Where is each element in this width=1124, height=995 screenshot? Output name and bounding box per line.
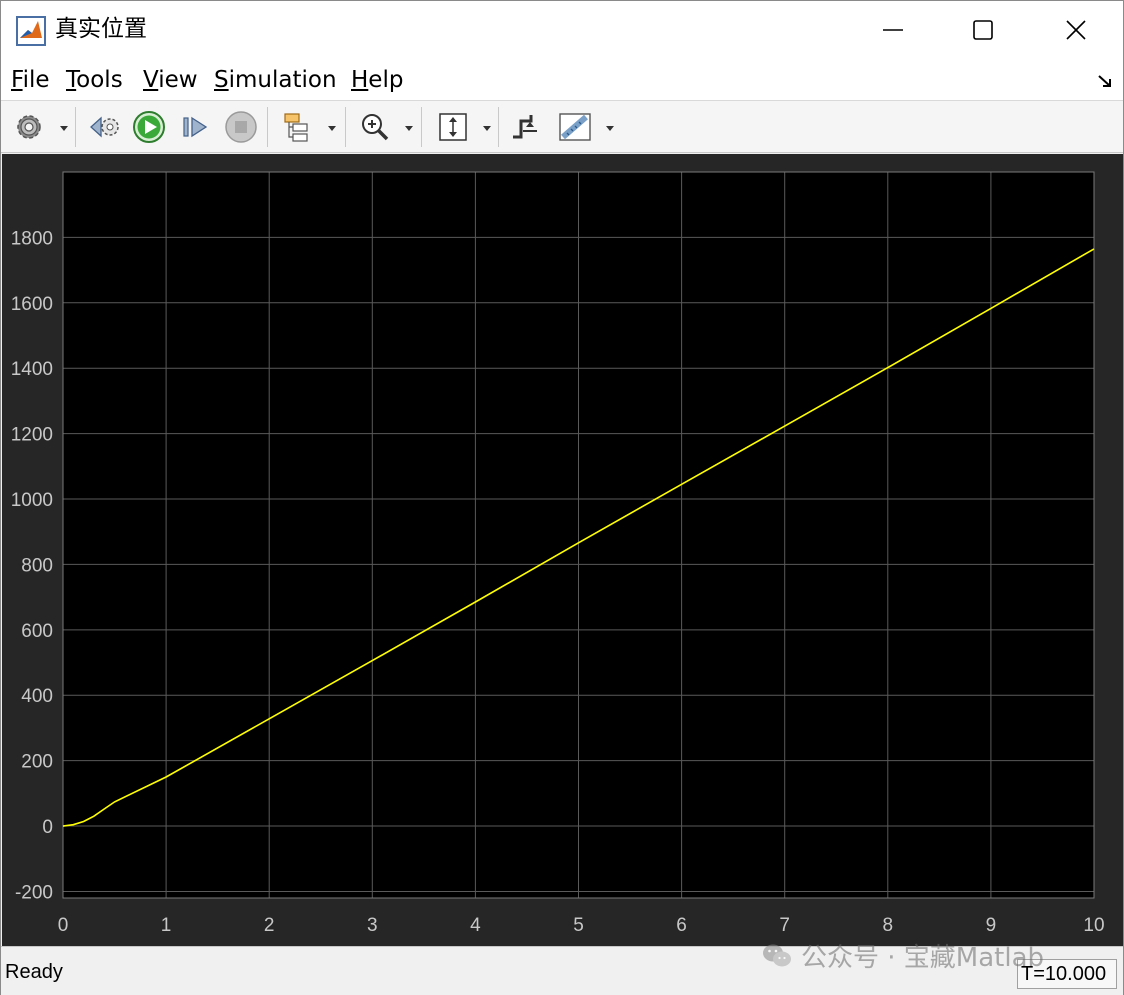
- title-bar[interactable]: 真实位置: [1, 1, 1123, 59]
- x-tick-label: 3: [367, 915, 378, 936]
- signal-hierarchy-icon: [284, 113, 308, 142]
- step-forward-icon: [183, 116, 208, 138]
- measurements-button[interactable]: [557, 109, 593, 145]
- signal-hierarchy-dropdown-icon[interactable]: [327, 123, 337, 133]
- close-button[interactable]: [1031, 1, 1121, 59]
- x-tick-label: 1: [161, 915, 172, 936]
- step-back-button[interactable]: [87, 109, 123, 145]
- menu-bar: File Tools View Simulation Help: [1, 59, 1123, 101]
- step-forward-button[interactable]: [177, 109, 213, 145]
- y-tick-label: 0: [42, 817, 53, 838]
- gear-icon: [17, 115, 41, 139]
- x-tick-label: 10: [1083, 915, 1104, 936]
- x-tick-label: 2: [264, 915, 275, 936]
- x-tick-label: 5: [573, 915, 584, 936]
- step-back-icon: [90, 116, 119, 138]
- maximize-icon: [973, 20, 993, 40]
- stop-icon: [225, 111, 257, 143]
- triggers-icon: [513, 115, 537, 139]
- y-tick-label: 1200: [11, 425, 53, 446]
- stop-button[interactable]: [223, 109, 259, 145]
- y-tick-label: 1800: [11, 228, 53, 249]
- toolbar-separator: [345, 107, 346, 147]
- toolbar-separator: [75, 107, 76, 147]
- y-tick-label: 200: [21, 752, 53, 773]
- y-tick-label: 1400: [11, 359, 53, 380]
- y-tick-label: 1000: [11, 490, 53, 511]
- scope-plot[interactable]: 0 1 2 3 4 5 6 7 8 9 10-200020040060080010001200140…: [2, 154, 1123, 946]
- settings-dropdown-icon[interactable]: [59, 123, 69, 133]
- run-icon: [133, 111, 165, 143]
- window-title: 真实位置: [55, 16, 147, 42]
- x-tick-label: 8: [883, 915, 894, 936]
- menu-help[interactable]: Help: [351, 66, 403, 94]
- zoom-button[interactable]: [357, 109, 393, 145]
- toolbar-separator: [421, 107, 422, 147]
- status-bar: Ready T=10.000: [1, 946, 1123, 995]
- scope-window: 真实位置 File Tools View Simulation Help 0 1…: [0, 0, 1124, 995]
- menu-file[interactable]: File: [11, 66, 50, 94]
- simulation-time: T=10.000: [1017, 959, 1117, 989]
- maximize-button[interactable]: [938, 1, 1028, 59]
- x-tick-label: 7: [779, 915, 790, 936]
- toolbar-separator: [267, 107, 268, 147]
- x-tick-label: 9: [986, 915, 997, 936]
- signal-hierarchy-button[interactable]: [279, 109, 315, 145]
- minimize-icon: [883, 29, 903, 31]
- x-tick-label: 4: [470, 915, 481, 936]
- zoom-dropdown-icon[interactable]: [404, 123, 414, 133]
- status-text: Ready: [5, 961, 63, 983]
- y-tick-label: 400: [21, 686, 53, 707]
- toolbar: [1, 101, 1123, 153]
- close-icon: [1066, 20, 1086, 40]
- matlab-icon: [16, 16, 46, 46]
- menu-simulation[interactable]: Simulation: [214, 66, 337, 94]
- toolbar-separator: [498, 107, 499, 147]
- y-tick-label: 800: [21, 555, 53, 576]
- menu-view[interactable]: View: [143, 66, 198, 94]
- measurements-icon: [559, 113, 591, 141]
- triggers-button[interactable]: [507, 109, 543, 145]
- scale-axes-icon: [439, 113, 467, 141]
- scale-axes-button[interactable]: [435, 109, 471, 145]
- y-tick-label: 1600: [11, 294, 53, 315]
- menu-tools[interactable]: Tools: [66, 66, 123, 94]
- scale-axes-dropdown-icon[interactable]: [482, 123, 492, 133]
- y-tick-label: -200: [15, 882, 53, 903]
- dock-arrow-icon[interactable]: [1095, 71, 1115, 91]
- minimize-button[interactable]: [848, 1, 938, 59]
- scope-display: 0 1 2 3 4 5 6 7 8 9 10 -200 0 200 400 600 800 1000 1200 140…: [2, 154, 1123, 946]
- settings-button[interactable]: [11, 109, 47, 145]
- y-tick-label: 600: [21, 621, 53, 642]
- run-button[interactable]: [131, 109, 167, 145]
- zoom-icon: [362, 114, 389, 141]
- x-tick-label: 0: [58, 915, 69, 936]
- x-tick-label: 6: [676, 915, 687, 936]
- measurements-dropdown-icon[interactable]: [605, 123, 615, 133]
